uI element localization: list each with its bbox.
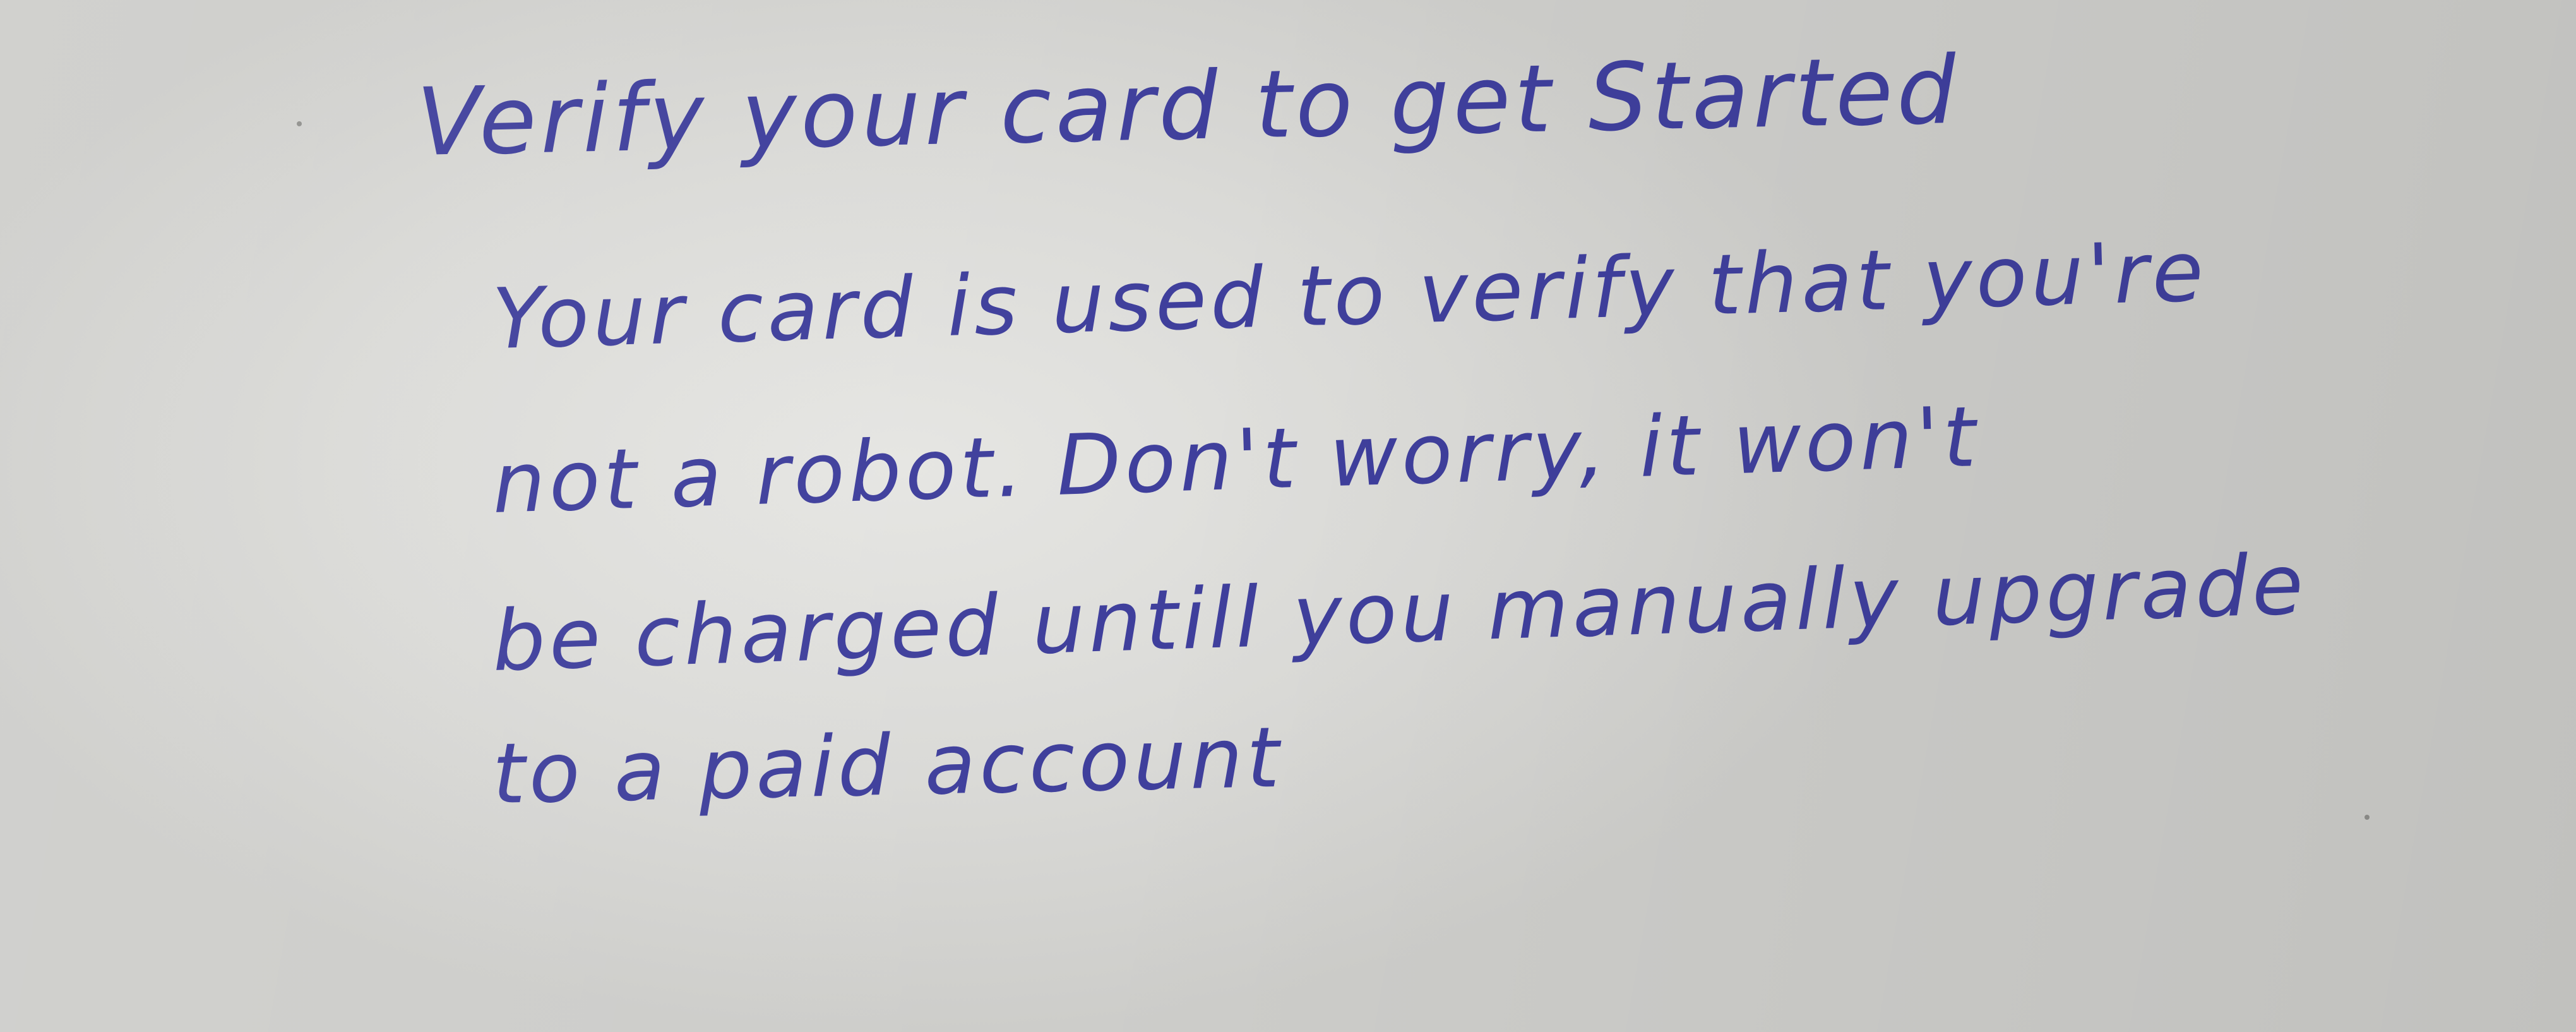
note-body-line: Your card is used to verify that you're [491,223,2209,368]
paper-speck [2364,815,2370,820]
note-body-line: to a paid account [491,709,1284,823]
note-body-line: be charged untill you manually upgrade [491,536,2309,690]
paper-speck [297,121,302,126]
note-body-line: not a robot. Don't worry, it won't [491,388,1981,532]
paper-sheet: Verify your card to get Started Your car… [0,0,2576,1032]
note-heading: Verify your card to get Started [415,35,1961,177]
